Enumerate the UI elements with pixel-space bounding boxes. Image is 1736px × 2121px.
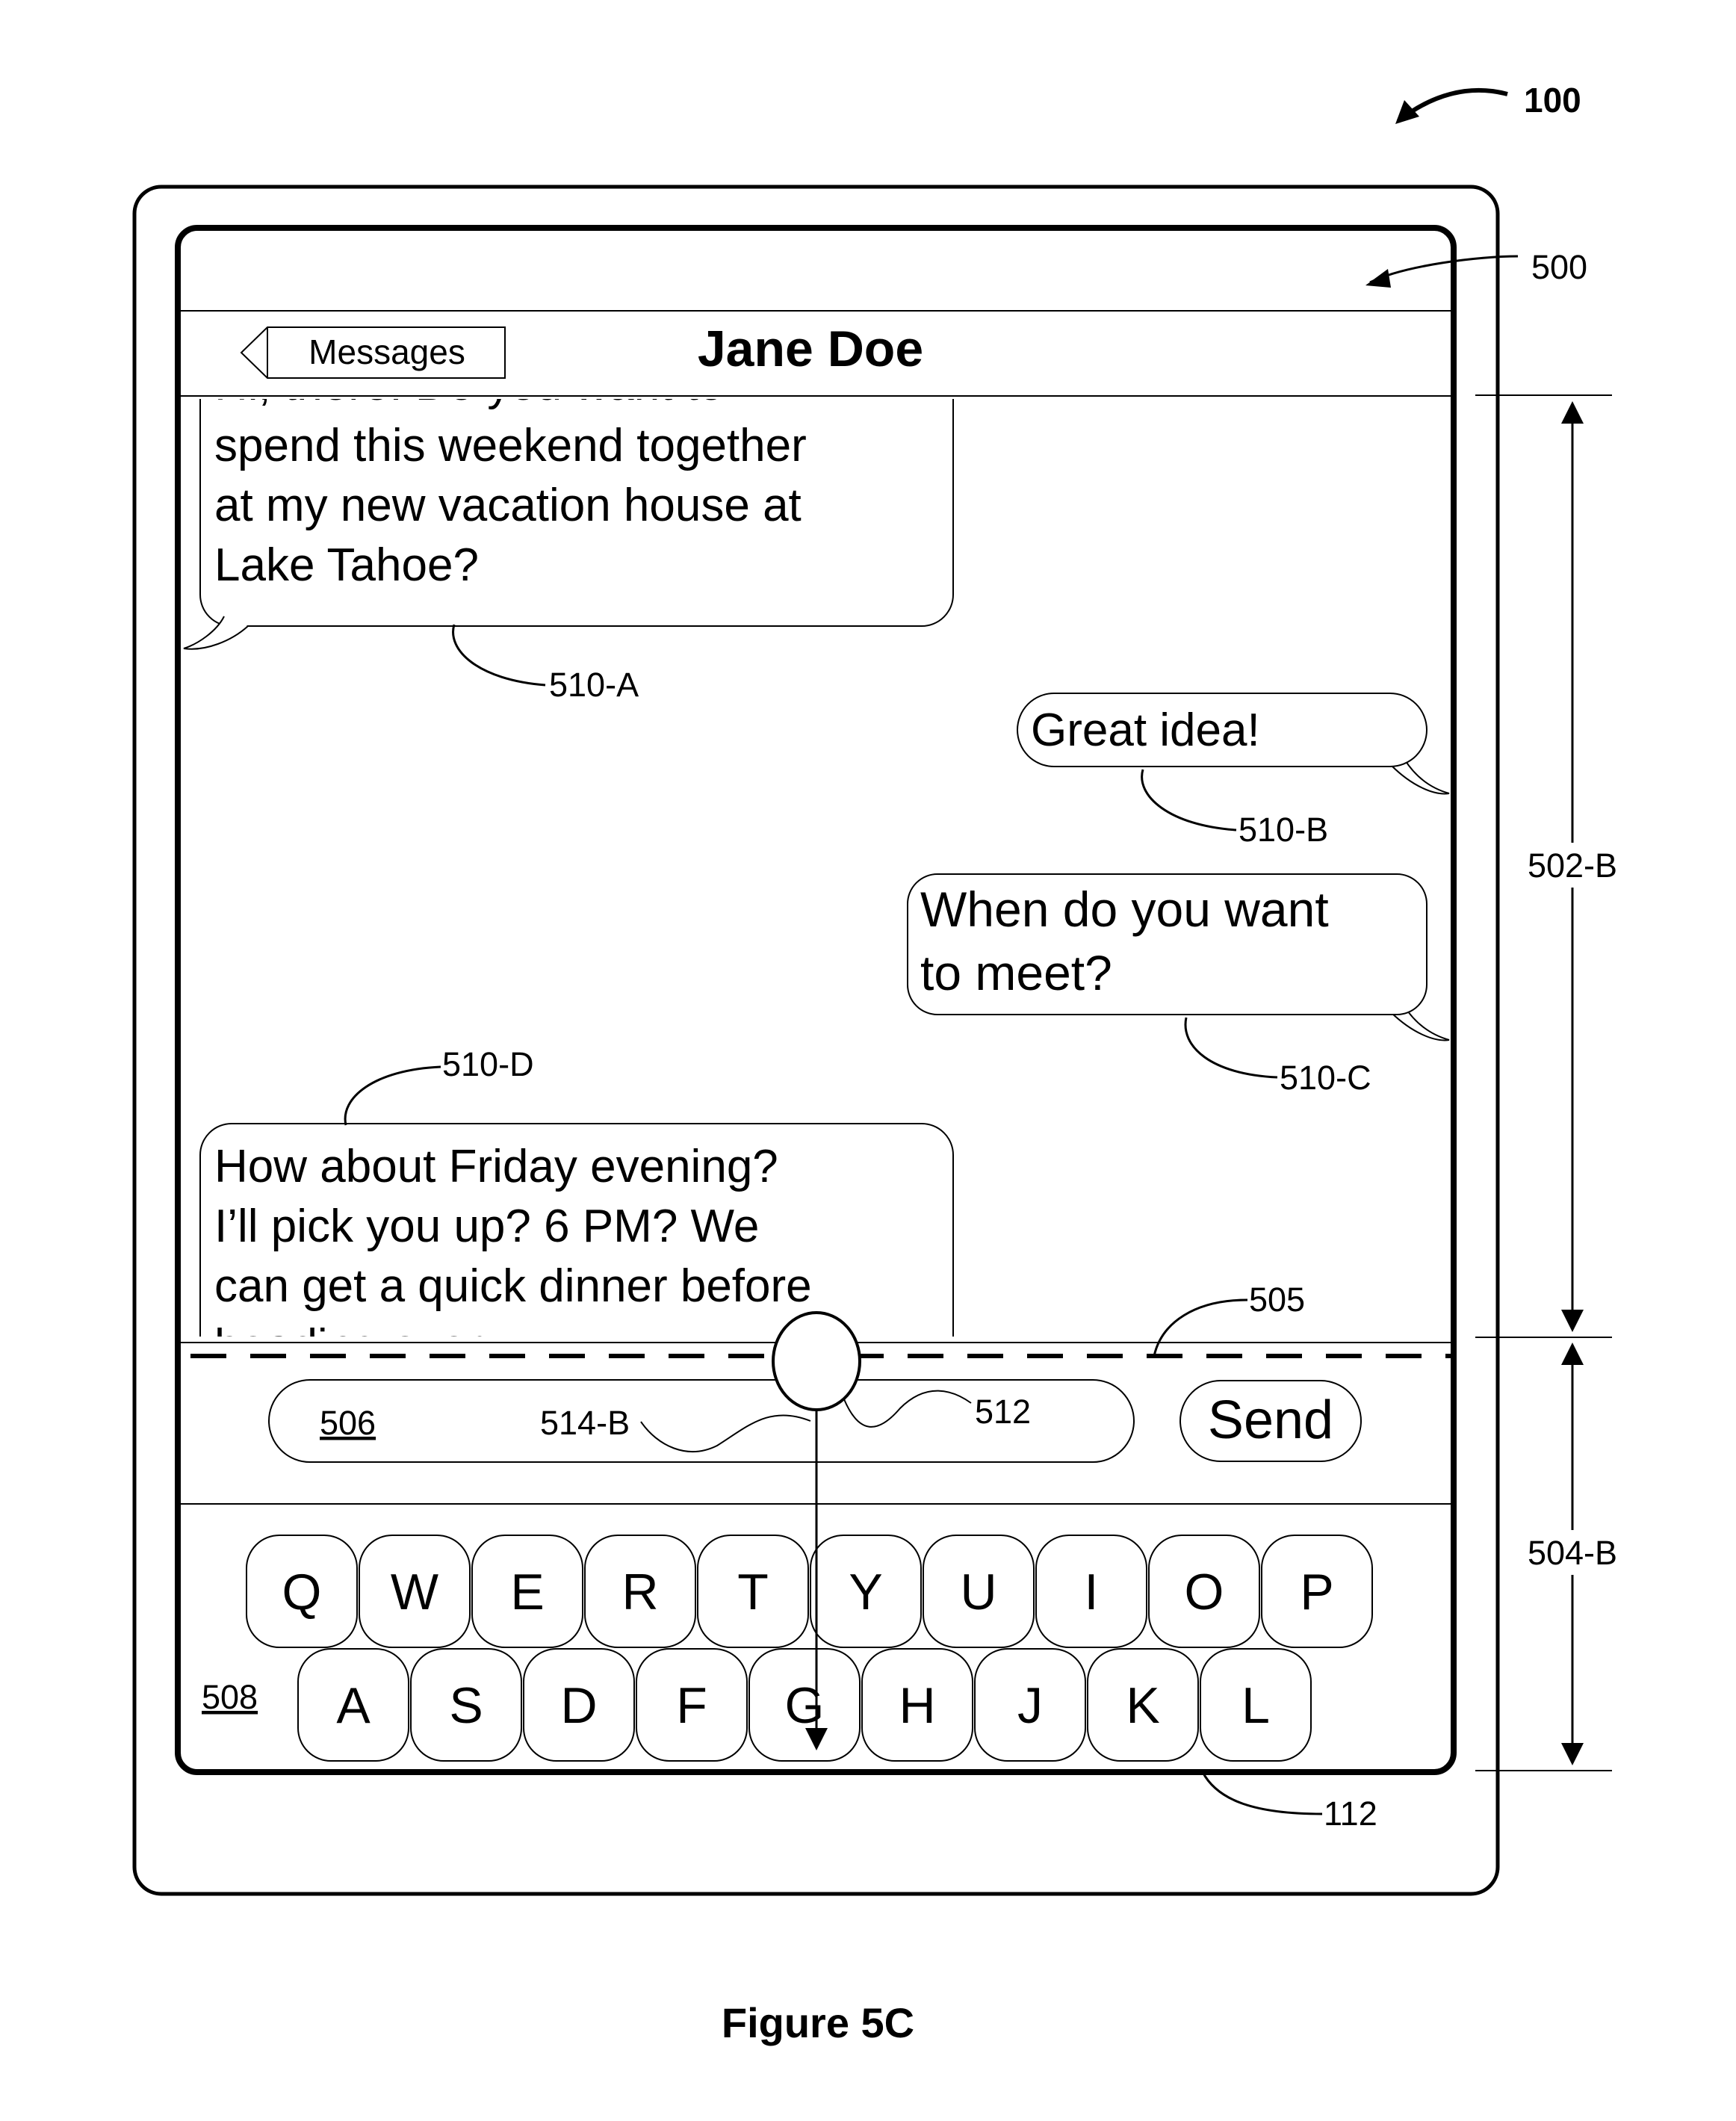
key-label-r: R [621,1564,658,1620]
key-label-d: D [560,1677,597,1734]
patent-figure: 100 500 Messages Jane Doe Hi, there. Do … [0,0,1736,2121]
touch-screen-ref: 112 [1324,1795,1377,1833]
key-e[interactable]: E [472,1535,583,1647]
finger-contact-ref: 512 [975,1393,1031,1431]
key-y[interactable]: Y [810,1535,921,1647]
key-t[interactable]: T [698,1535,808,1647]
boundary-ref: 505 [1249,1281,1305,1319]
key-w[interactable]: W [359,1535,470,1647]
boundary-callout: 505 [1154,1281,1305,1356]
key-label-e: E [510,1564,544,1620]
key-u[interactable]: U [923,1535,1034,1647]
key-label-j: J [1017,1677,1043,1734]
bubble-d-line-4: heading over [214,1320,483,1372]
message-list: Hi, there. Do you want to spend this wee… [184,340,1449,1422]
device-ref-label: 100 [1524,81,1581,120]
bubble-a-line-1: Hi, there. Do you want to [214,359,724,410]
key-label-t: T [737,1564,769,1620]
ui-ref-callout: 500 [1365,248,1587,288]
key-label-p: P [1300,1564,1333,1620]
key-label-h: H [899,1677,935,1734]
key-d[interactable]: D [524,1649,634,1761]
back-button[interactable]: Messages [241,327,505,378]
bubble-b-line-1: Great idea! [1031,705,1260,756]
message-bubble-a[interactable]: Hi, there. Do you want to spend this wee… [184,340,953,649]
key-label-f: F [676,1677,707,1734]
bubble-a-line-3: at my new vacation house at [214,480,802,531]
key-r[interactable]: R [585,1535,695,1647]
bubble-a-line-2: spend this weekend together [214,420,807,471]
key-label-a: A [336,1677,371,1734]
key-f[interactable]: F [636,1649,747,1761]
key-label-g: G [785,1677,825,1734]
key-i[interactable]: I [1036,1535,1147,1647]
bubble-d-line-2: I’ll pick you up? 6 PM? We [214,1201,759,1252]
key-label-o: O [1185,1564,1224,1620]
keyboard-row-1: QWERTYUIOP [247,1535,1372,1647]
back-button-label: Messages [309,332,465,371]
send-button-label: Send [1208,1390,1333,1450]
bubble-d-callout: 510-D [345,1045,533,1125]
key-a[interactable]: A [298,1649,409,1761]
key-k[interactable]: K [1088,1649,1198,1761]
key-o[interactable]: O [1149,1535,1259,1647]
key-label-k: K [1126,1677,1159,1734]
key-label-i: I [1085,1564,1099,1620]
bubble-c-ref: 510-C [1280,1059,1371,1097]
ui-ref-label: 500 [1531,248,1587,286]
bubble-b-ref: 510-B [1239,811,1328,849]
keyboard-row-2: ASDFGHJKL [298,1649,1311,1761]
bubble-d-ref: 510-D [442,1045,534,1083]
key-s[interactable]: S [411,1649,521,1761]
key-label-s: S [449,1677,483,1734]
keyboard: Q W E R T Y U I O P A S D F G H J K L 508 [202,1535,1372,1761]
message-bubble-c[interactable]: When do you want to meet? [908,874,1449,1040]
touch-screen-callout: 112 [1203,1772,1377,1833]
key-l[interactable]: L [1200,1649,1311,1761]
bubble-d-line-1: How about Friday evening? [214,1141,778,1192]
keyboard-region-ref: 504-B [1528,1534,1617,1572]
key-g[interactable]: G [749,1649,860,1761]
bubble-c-line-2: to meet? [920,945,1112,1000]
bubble-a-callout: 510-A [453,625,639,704]
bubble-d-line-3: can get a quick dinner before [214,1260,812,1312]
key-label-y: Y [849,1564,882,1620]
key-h[interactable]: H [862,1649,973,1761]
bubble-c-callout: 510-C [1185,1018,1371,1097]
bubble-a-ref: 510-A [549,666,639,704]
bubble-c-line-1: When do you want [920,882,1329,937]
key-label-u: U [960,1564,996,1620]
message-bubble-b[interactable]: Great idea! [1017,693,1449,793]
bubble-a-line-4: Lake Tahoe? [214,539,479,591]
send-button[interactable]: Send [1180,1381,1361,1461]
input-position-ref: 514-B [540,1404,630,1442]
bubble-b-callout: 510-B [1142,770,1328,849]
key-label-q: Q [282,1564,322,1620]
conversation-title: Jane Doe [698,321,923,377]
input-field-ref: 506 [320,1404,376,1442]
key-label-w: W [391,1564,438,1620]
key-j[interactable]: J [975,1649,1085,1761]
key-p[interactable]: P [1262,1535,1372,1647]
key-q[interactable]: Q [247,1535,357,1647]
keyboard-ref: 508 [202,1678,258,1716]
messages-region-ref: 502-B [1528,846,1617,885]
key-label-l: L [1241,1677,1270,1734]
figure-caption: Figure 5C [722,1999,914,2046]
device-ref-callout: 100 [1395,81,1581,124]
